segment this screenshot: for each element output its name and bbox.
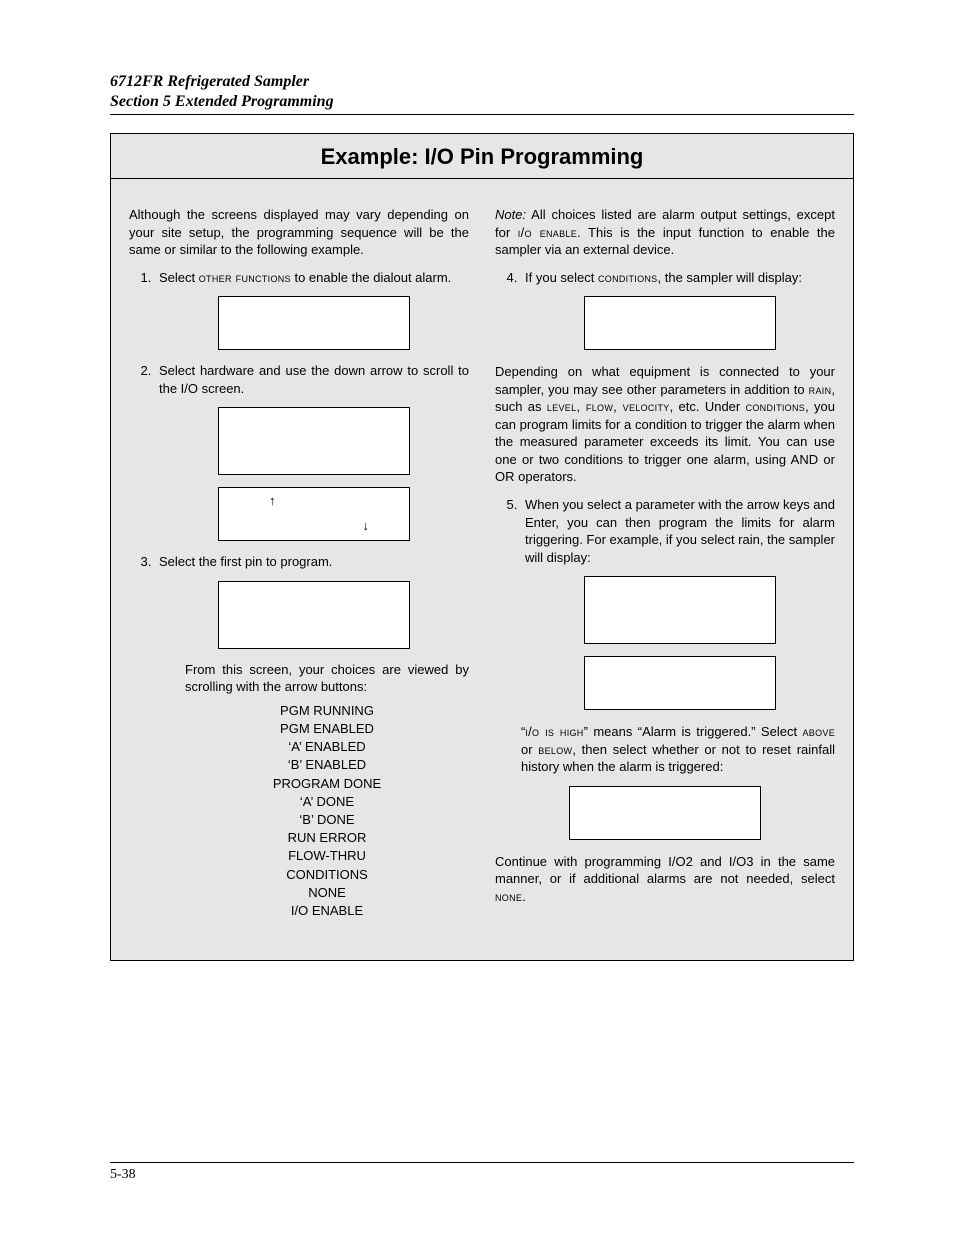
steps-right: If you select conditions, the sampler wi… (495, 269, 835, 351)
left-column: Although the screens displayed may vary … (129, 193, 469, 930)
running-header: 6712FR Refrigerated Sampler Section 5 Ex… (110, 72, 854, 115)
screen-box-4 (584, 296, 776, 350)
closing-paragraph: Continue with programming I/O2 and I/O3 … (495, 853, 835, 906)
step-1: Select other functions to enable the dia… (155, 269, 469, 351)
after4-sc2: level, flow, velocity (547, 399, 670, 414)
step-3: Select the first pin to program. From th… (155, 553, 469, 920)
step-1-smallcaps: other functions (199, 270, 291, 285)
screen-box-5b (584, 656, 776, 710)
example-box: Example: I/O Pin Programming Although th… (110, 133, 854, 961)
choice-item: NONE (185, 884, 469, 902)
after5-sc2: above (802, 724, 835, 739)
closing-sc: none (495, 889, 522, 904)
step-5: When you select a parameter with the arr… (521, 496, 835, 710)
intro-paragraph: Although the screens displayed may vary … (129, 206, 469, 259)
choice-item: ‘A’ DONE (185, 793, 469, 811)
after4-a: Depending on what equipment is connected… (495, 364, 835, 397)
header-line-2: Section 5 Extended Programming (110, 92, 854, 112)
step-1-text-b: to enable the dialout alarm. (291, 270, 451, 285)
screen-box-5a (584, 576, 776, 644)
choice-item: PGM RUNNING (185, 702, 469, 720)
screen-box-1 (218, 296, 410, 350)
choice-item: CONDITIONS (185, 866, 469, 884)
after-5-paragraph: “i/o is high” means “Alarm is triggered.… (495, 723, 835, 776)
screen-box-2a (218, 407, 410, 475)
step-4-text-a: If you select (525, 270, 598, 285)
choice-item: ‘B’ DONE (185, 811, 469, 829)
note-label: Note: (495, 207, 526, 222)
right-column: Note: All choices listed are alarm outpu… (495, 193, 835, 930)
steps-right-5: When you select a parameter with the arr… (495, 496, 835, 710)
after5-b: ” means “Alarm is triggered.” Select (584, 724, 803, 739)
step-4-text-b: , the sampler will display: (658, 270, 803, 285)
note-paragraph: Note: All choices listed are alarm outpu… (495, 206, 835, 259)
page: 6712FR Refrigerated Sampler Section 5 Ex… (0, 0, 954, 1235)
step-1-text-a: Select (159, 270, 199, 285)
choice-item: ‘A’ ENABLED (185, 738, 469, 756)
after5-c: or (521, 742, 538, 757)
step-3-after: From this screen, your choices are viewe… (159, 661, 469, 920)
choice-item: ‘B’ ENABLED (185, 756, 469, 774)
choice-item: RUN ERROR (185, 829, 469, 847)
choice-item: PGM ENABLED (185, 720, 469, 738)
after-4-paragraph: Depending on what equipment is connected… (495, 363, 835, 486)
choice-list: PGM RUNNING PGM ENABLED ‘A’ ENABLED ‘B’ … (185, 702, 469, 920)
after4-sc1: rain (809, 382, 832, 397)
screen-box-2b: ↑ ↓ (218, 487, 410, 541)
choice-item: FLOW-THRU (185, 847, 469, 865)
closing-b: . (522, 889, 526, 904)
page-number: 5-38 (110, 1162, 854, 1183)
after-3-text: From this screen, your choices are viewe… (185, 661, 469, 696)
two-column-layout: Although the screens displayed may vary … (111, 193, 853, 930)
screen-box-6 (569, 786, 761, 840)
example-title: Example: I/O Pin Programming (111, 134, 853, 179)
choice-item: I/O ENABLE (185, 902, 469, 920)
header-line-1: 6712FR Refrigerated Sampler (110, 72, 854, 92)
step-4: If you select conditions, the sampler wi… (521, 269, 835, 351)
steps-left: Select other functions to enable the dia… (129, 269, 469, 921)
choice-item: PROGRAM DONE (185, 775, 469, 793)
after4-sc3: conditions (746, 399, 806, 414)
arrow-down-icon: ↓ (363, 517, 370, 535)
arrow-up-icon: ↑ (269, 492, 276, 510)
step-2-text: Select hardware and use the down arrow t… (159, 363, 469, 396)
step-2: Select hardware and use the down arrow t… (155, 362, 469, 541)
after5-sc3: below (538, 742, 572, 757)
after5-sc1: i/o is high (525, 724, 583, 739)
note-smallcaps: i/o enable (518, 225, 577, 240)
closing-a: Continue with programming I/O2 and I/O3 … (495, 854, 835, 887)
screen-box-3 (218, 581, 410, 649)
step-3-text: Select the first pin to program. (159, 554, 332, 569)
after4-c: , etc. Under (670, 399, 746, 414)
step-5-text: When you select a parameter with the arr… (525, 497, 835, 565)
step-4-smallcaps: conditions (598, 270, 658, 285)
